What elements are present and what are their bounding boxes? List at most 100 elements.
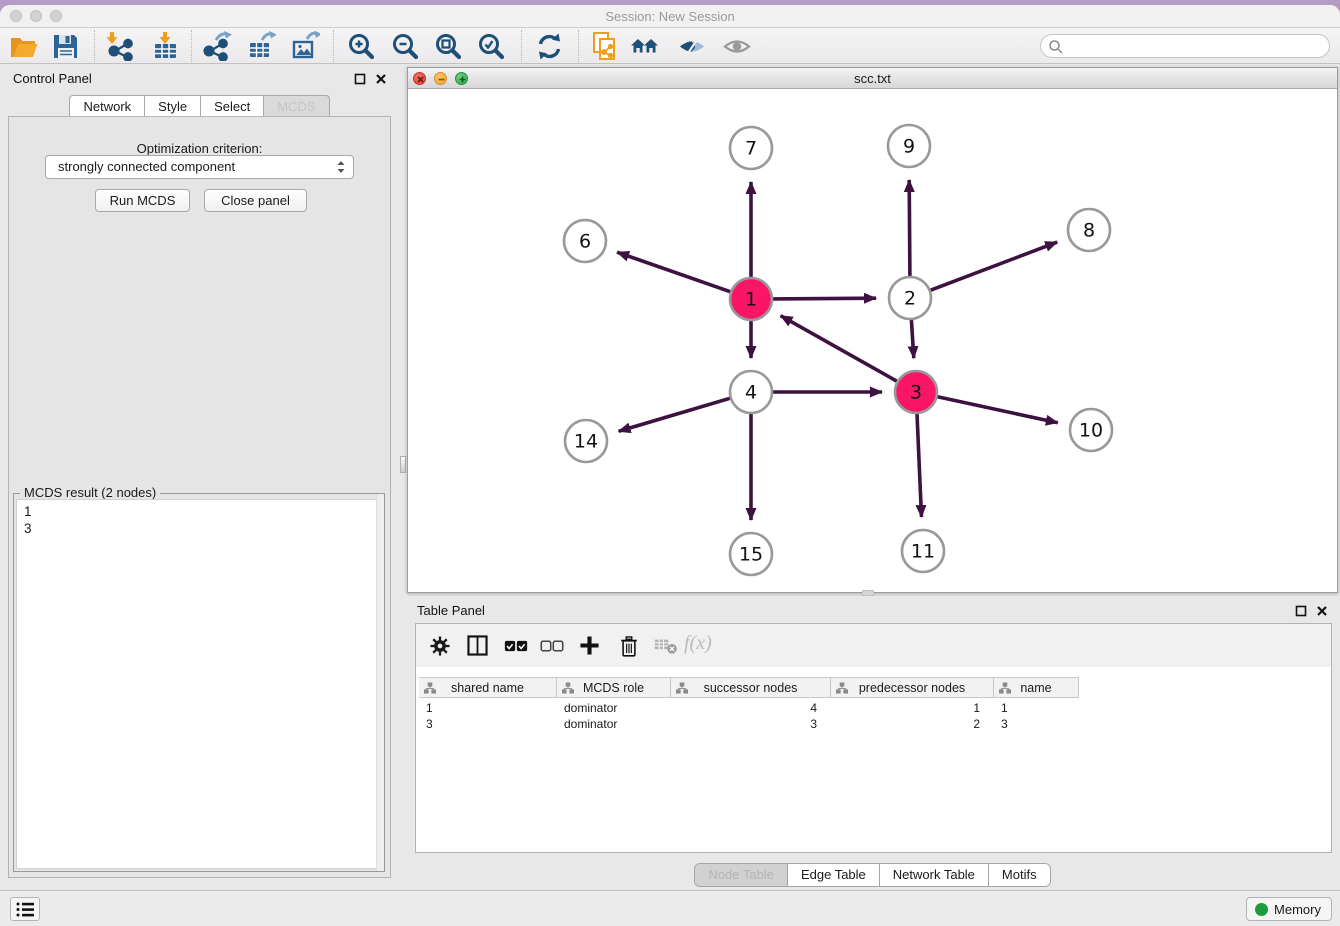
apply-layout-icon[interactable] [534, 31, 564, 61]
table-cell[interactable]: 1 [994, 700, 1079, 716]
graph-node[interactable]: 8 [1068, 209, 1110, 251]
close-panel-button[interactable]: Close panel [204, 189, 307, 212]
table-close-panel-icon[interactable] [1316, 604, 1328, 616]
tab-edge-table[interactable]: Edge Table [787, 864, 879, 886]
graph-node[interactable]: 11 [902, 530, 944, 572]
graph-edge[interactable] [619, 398, 730, 431]
column-header-shared-name[interactable]: shared name [419, 678, 557, 697]
function-builder-icon[interactable]: f(x) [684, 632, 712, 655]
close-panel-icon[interactable] [375, 72, 387, 84]
status-bar: Memory [0, 890, 1340, 926]
show-all-icon[interactable] [722, 31, 752, 61]
import-network-icon[interactable] [104, 31, 134, 61]
table-panel: Table Panel [405, 596, 1340, 890]
table-cell[interactable]: 3 [671, 716, 831, 732]
network-view-window: scc.txt 1 2 3 4 6 7 8 9 10 11 14 15 [407, 67, 1338, 593]
graph-node[interactable]: 9 [888, 125, 930, 167]
tab-style[interactable]: Style [144, 95, 201, 118]
result-scrollbar[interactable] [376, 494, 384, 871]
tab-select[interactable]: Select [200, 95, 264, 118]
first-neighbors-icon[interactable] [630, 31, 660, 61]
graph-node[interactable]: 7 [730, 127, 772, 169]
table-cell[interactable]: 3 [994, 716, 1079, 732]
graph-edge[interactable] [909, 180, 910, 276]
tab-network-table[interactable]: Network Table [879, 864, 988, 886]
criterion-dropdown[interactable]: strongly connected component [45, 155, 354, 179]
table-cell[interactable]: 3 [419, 716, 557, 732]
graph-edge[interactable] [617, 252, 730, 292]
delete-icon[interactable] [618, 634, 640, 658]
zoom-selected-icon[interactable] [476, 31, 506, 61]
zoom-out-icon[interactable] [390, 31, 420, 61]
graph-node[interactable]: 2 [889, 277, 931, 319]
table-float-panel-icon[interactable] [1295, 604, 1307, 616]
graph-node[interactable]: 6 [564, 220, 606, 262]
graph-node[interactable]: 3 [895, 371, 937, 413]
graph-node[interactable]: 14 [565, 420, 607, 462]
delete-table-icon[interactable] [654, 636, 678, 656]
zoom-in-icon[interactable] [346, 31, 376, 61]
float-panel-icon[interactable] [354, 72, 366, 84]
select-all-icon[interactable] [504, 637, 528, 655]
table-cell[interactable]: 1 [419, 700, 557, 716]
deselect-all-icon[interactable] [540, 637, 564, 655]
add-icon[interactable] [578, 634, 601, 657]
graph-node[interactable]: 15 [730, 533, 772, 575]
import-table-icon[interactable] [150, 31, 180, 61]
memory-button[interactable]: Memory [1246, 897, 1332, 921]
tab-motifs[interactable]: Motifs [988, 864, 1050, 886]
table-cell[interactable]: dominator [557, 700, 671, 716]
tab-node-table[interactable]: Node Table [695, 864, 787, 886]
tab-network[interactable]: Network [69, 95, 145, 118]
svg-text:4: 4 [745, 382, 757, 404]
zoom-fit-icon[interactable] [433, 31, 463, 61]
column-header-MCDS-role[interactable]: MCDS role [557, 678, 671, 697]
graph-edge[interactable] [938, 397, 1058, 423]
open-session-icon[interactable] [8, 31, 38, 61]
graph-edge[interactable] [931, 242, 1058, 290]
table-cell[interactable]: 2 [831, 716, 994, 732]
mcds-result-title: MCDS result (2 nodes) [20, 485, 160, 500]
columns-icon[interactable] [466, 634, 489, 657]
column-header-successor-nodes[interactable]: successor nodes [671, 678, 831, 697]
export-image-icon[interactable] [290, 31, 320, 61]
save-session-icon[interactable] [50, 31, 80, 61]
graph-edge[interactable] [773, 298, 876, 299]
table-cell[interactable]: 4 [671, 700, 831, 716]
column-header-name[interactable]: name [994, 678, 1079, 697]
export-table-icon[interactable] [246, 31, 276, 61]
run-mcds-button[interactable]: Run MCDS [95, 189, 190, 212]
table-row[interactable]: 3dominator323 [419, 716, 1079, 732]
result-item: 3 [17, 520, 381, 537]
export-network-icon[interactable] [202, 31, 232, 61]
column-header-predecessor-nodes[interactable]: predecessor nodes [831, 678, 994, 697]
graph-edge[interactable] [911, 320, 913, 358]
search-input[interactable] [1040, 34, 1330, 58]
control-panel-title: Control Panel [13, 71, 92, 86]
svg-text:10: 10 [1079, 420, 1103, 442]
control-panel: Control Panel NetworkStyleSelectMCDS Opt… [0, 64, 399, 890]
svg-text:1: 1 [745, 289, 757, 311]
graph-edge[interactable] [781, 316, 897, 382]
mcds-result-box: MCDS result (2 nodes) 13 [13, 493, 385, 872]
graph-edge[interactable] [917, 414, 922, 517]
gear-icon[interactable] [429, 635, 451, 657]
task-history-button[interactable] [10, 897, 40, 921]
network-window-titlebar[interactable]: scc.txt [408, 68, 1337, 89]
graph-node[interactable]: 4 [730, 371, 772, 413]
table-row[interactable]: 1dominator411 [419, 700, 1079, 716]
main-window: Session: New Session [0, 5, 1340, 926]
graph-node[interactable]: 10 [1070, 409, 1112, 451]
mcds-result-list[interactable]: 13 [16, 499, 382, 869]
svg-text:9: 9 [903, 136, 915, 158]
table-header-row: shared nameMCDS rolesuccessor nodesprede… [419, 677, 1079, 698]
table-toolbar: f(x) [416, 624, 1331, 667]
hide-selected-icon[interactable] [677, 31, 707, 61]
divider-handle[interactable] [400, 456, 406, 473]
create-network-from-selection-icon[interactable] [590, 31, 620, 61]
table-cell[interactable]: 1 [831, 700, 994, 716]
graph-node[interactable]: 1 [730, 278, 772, 320]
tab-mcds[interactable]: MCDS [263, 95, 329, 118]
network-canvas[interactable]: 1 2 3 4 6 7 8 9 10 11 14 15 [408, 89, 1337, 593]
table-cell[interactable]: dominator [557, 716, 671, 732]
